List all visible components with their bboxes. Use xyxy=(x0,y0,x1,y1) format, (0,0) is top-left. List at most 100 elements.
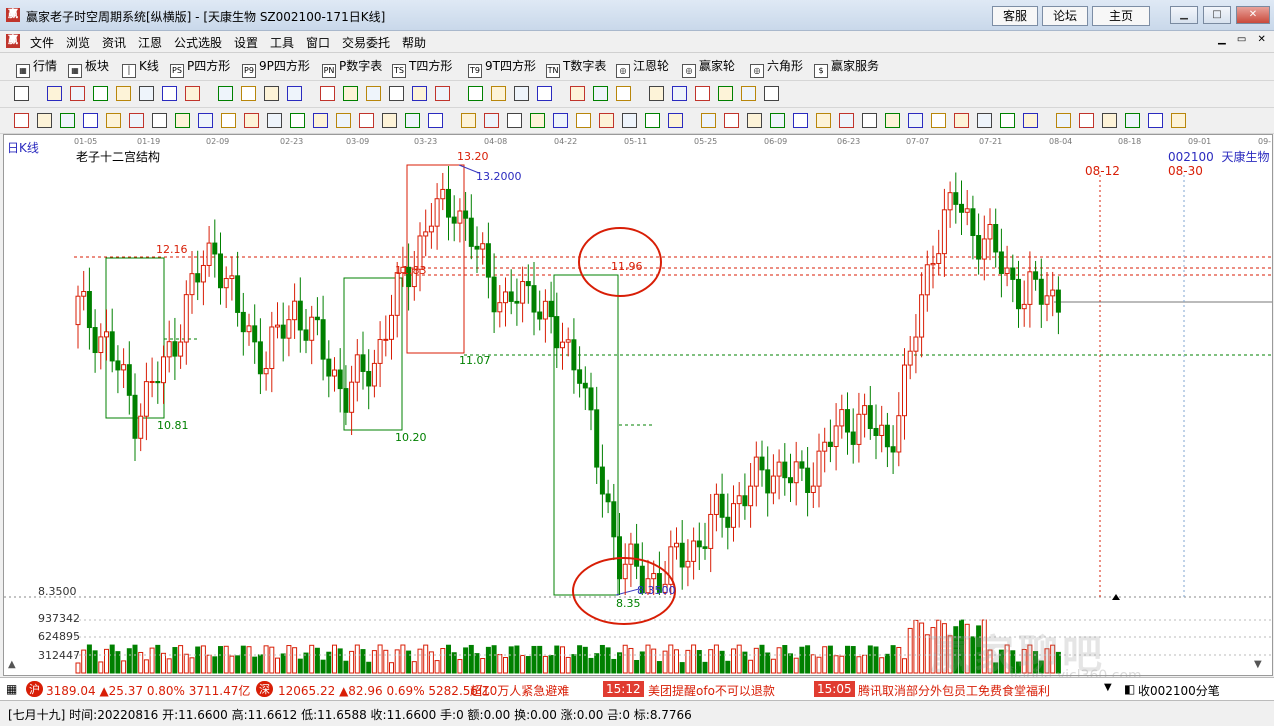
nav-tool-18-icon[interactable] xyxy=(435,86,450,101)
menu-browse[interactable]: 浏览 xyxy=(66,34,90,51)
draw-tool-7-icon[interactable] xyxy=(152,113,167,128)
draw-tool-24-icon[interactable] xyxy=(553,113,568,128)
nav-tool-11-icon[interactable] xyxy=(264,86,279,101)
nav-tool-27-icon[interactable] xyxy=(672,86,687,101)
menu-info[interactable]: 资讯 xyxy=(102,34,126,51)
news-item-2[interactable]: 腾讯取消部分外包员工免费食堂福利 xyxy=(858,682,1050,699)
scroll-up-icon[interactable]: ▲ xyxy=(8,659,16,670)
menu-formula-select[interactable]: 公式选股 xyxy=(174,34,222,51)
draw-tool-26-icon[interactable] xyxy=(599,113,614,128)
draw-tool-22-icon[interactable] xyxy=(507,113,522,128)
menu-help[interactable]: 帮助 xyxy=(402,34,426,51)
toolbar-candle-button[interactable]: │ K线 xyxy=(122,57,159,78)
draw-tool-30-icon[interactable] xyxy=(701,113,716,128)
draw-tool-21-icon[interactable] xyxy=(484,113,499,128)
draw-tool-47-icon[interactable] xyxy=(1102,113,1117,128)
nav-tool-14-icon[interactable] xyxy=(343,86,358,101)
toolbar-money-button[interactable]: $ 赢家服务 xyxy=(814,57,879,78)
toolbar-hexagon-button[interactable]: ◎ 六角形 xyxy=(750,57,803,78)
toolbar-pn-button[interactable]: PN P数字表 xyxy=(322,57,382,78)
toolbar-ps-button[interactable]: PS P四方形 xyxy=(170,57,230,78)
menu-gann[interactable]: 江恩 xyxy=(138,34,162,51)
menu-window[interactable]: 窗口 xyxy=(306,34,330,51)
draw-tool-3-icon[interactable] xyxy=(60,113,75,128)
draw-tool-37-icon[interactable] xyxy=(862,113,877,128)
draw-tool-27-icon[interactable] xyxy=(622,113,637,128)
draw-tool-15-icon[interactable] xyxy=(336,113,351,128)
draw-tool-31-icon[interactable] xyxy=(724,113,739,128)
menu-file[interactable]: 文件 xyxy=(30,34,54,51)
nav-tool-8-icon[interactable] xyxy=(185,86,200,101)
nav-tool-28-icon[interactable] xyxy=(695,86,710,101)
link-service[interactable]: 客服 xyxy=(992,6,1038,26)
draw-tool-4-icon[interactable] xyxy=(83,113,98,128)
toolbar-tn-button[interactable]: TN T数字表 xyxy=(546,57,606,78)
sh-index-quote[interactable]: 3189.04 ▲25.37 0.80% 3711.47亿 xyxy=(46,682,250,699)
toolbar-blocks-button[interactable]: ▦ 板块 xyxy=(68,57,109,78)
menu-trade[interactable]: 交易委托 xyxy=(342,34,390,51)
draw-tool-2-icon[interactable] xyxy=(37,113,52,128)
draw-tool-50-icon[interactable] xyxy=(1171,113,1186,128)
nav-tool-21-icon[interactable] xyxy=(514,86,529,101)
draw-tool-45-icon[interactable] xyxy=(1056,113,1071,128)
draw-tool-46-icon[interactable] xyxy=(1079,113,1094,128)
draw-tool-19-icon[interactable] xyxy=(428,113,443,128)
draw-tool-39-icon[interactable] xyxy=(908,113,923,128)
draw-tool-48-icon[interactable] xyxy=(1125,113,1140,128)
draw-tool-10-icon[interactable] xyxy=(221,113,236,128)
link-forum[interactable]: 论坛 xyxy=(1042,6,1088,26)
scroll-down-icon[interactable]: ▼ xyxy=(1254,659,1262,670)
nav-tool-10-icon[interactable] xyxy=(241,86,256,101)
draw-tool-29-icon[interactable] xyxy=(668,113,683,128)
draw-tool-14-icon[interactable] xyxy=(313,113,328,128)
nav-tool-29-icon[interactable] xyxy=(718,86,733,101)
nav-tool-23-icon[interactable] xyxy=(570,86,585,101)
link-home[interactable]: 主页 xyxy=(1092,6,1150,26)
draw-tool-38-icon[interactable] xyxy=(885,113,900,128)
draw-tool-13-icon[interactable] xyxy=(290,113,305,128)
nav-tool-19-icon[interactable] xyxy=(468,86,483,101)
draw-tool-17-icon[interactable] xyxy=(382,113,397,128)
nav-tool-17-icon[interactable] xyxy=(412,86,427,101)
nav-tool-31-icon[interactable] xyxy=(764,86,779,101)
draw-tool-1-icon[interactable] xyxy=(14,113,29,128)
nav-tool-6-icon[interactable] xyxy=(139,86,154,101)
draw-tool-6-icon[interactable] xyxy=(129,113,144,128)
nav-tool-25-icon[interactable] xyxy=(616,86,631,101)
draw-tool-23-icon[interactable] xyxy=(530,113,545,128)
draw-tool-12-icon[interactable] xyxy=(267,113,282,128)
nav-tool-24-icon[interactable] xyxy=(593,86,608,101)
nav-tool-26-icon[interactable] xyxy=(649,86,664,101)
nav-tool-16-icon[interactable] xyxy=(389,86,404,101)
draw-tool-36-icon[interactable] xyxy=(839,113,854,128)
toolbar-t9-button[interactable]: T9 9T四方形 xyxy=(468,57,536,78)
draw-tool-16-icon[interactable] xyxy=(359,113,374,128)
draw-tool-40-icon[interactable] xyxy=(931,113,946,128)
menu-tools[interactable]: 工具 xyxy=(270,34,294,51)
nav-tool-7-icon[interactable] xyxy=(162,86,177,101)
toolbar-gann-wheel-button[interactable]: ◎ 江恩轮 xyxy=(616,57,669,78)
draw-tool-44-icon[interactable] xyxy=(1023,113,1038,128)
draw-tool-5-icon[interactable] xyxy=(106,113,121,128)
nav-tool-20-icon[interactable] xyxy=(491,86,506,101)
nav-tool-30-icon[interactable] xyxy=(741,86,756,101)
draw-tool-41-icon[interactable] xyxy=(954,113,969,128)
maximize-icon[interactable]: □ xyxy=(1203,6,1231,24)
toolbar-ts-button[interactable]: TS T四方形 xyxy=(392,57,452,78)
nav-tool-9-icon[interactable] xyxy=(218,86,233,101)
news-item-1[interactable]: 美团提醒ofo不可以退款 xyxy=(648,682,775,699)
draw-tool-35-icon[interactable] xyxy=(816,113,831,128)
draw-tool-28-icon[interactable] xyxy=(645,113,660,128)
nav-tool-5-icon[interactable] xyxy=(116,86,131,101)
draw-tool-18-icon[interactable] xyxy=(405,113,420,128)
draw-tool-9-icon[interactable] xyxy=(198,113,213,128)
draw-tool-34-icon[interactable] xyxy=(793,113,808,128)
ticker-grid-icon[interactable]: ▦ xyxy=(6,682,17,696)
nav-tool-12-icon[interactable] xyxy=(287,86,302,101)
nav-tool-15-icon[interactable] xyxy=(366,86,381,101)
draw-tool-20-icon[interactable] xyxy=(461,113,476,128)
draw-tool-25-icon[interactable] xyxy=(576,113,591,128)
draw-tool-42-icon[interactable] xyxy=(977,113,992,128)
nav-tool-22-icon[interactable] xyxy=(537,86,552,101)
nav-tool-1-icon[interactable] xyxy=(14,86,29,101)
